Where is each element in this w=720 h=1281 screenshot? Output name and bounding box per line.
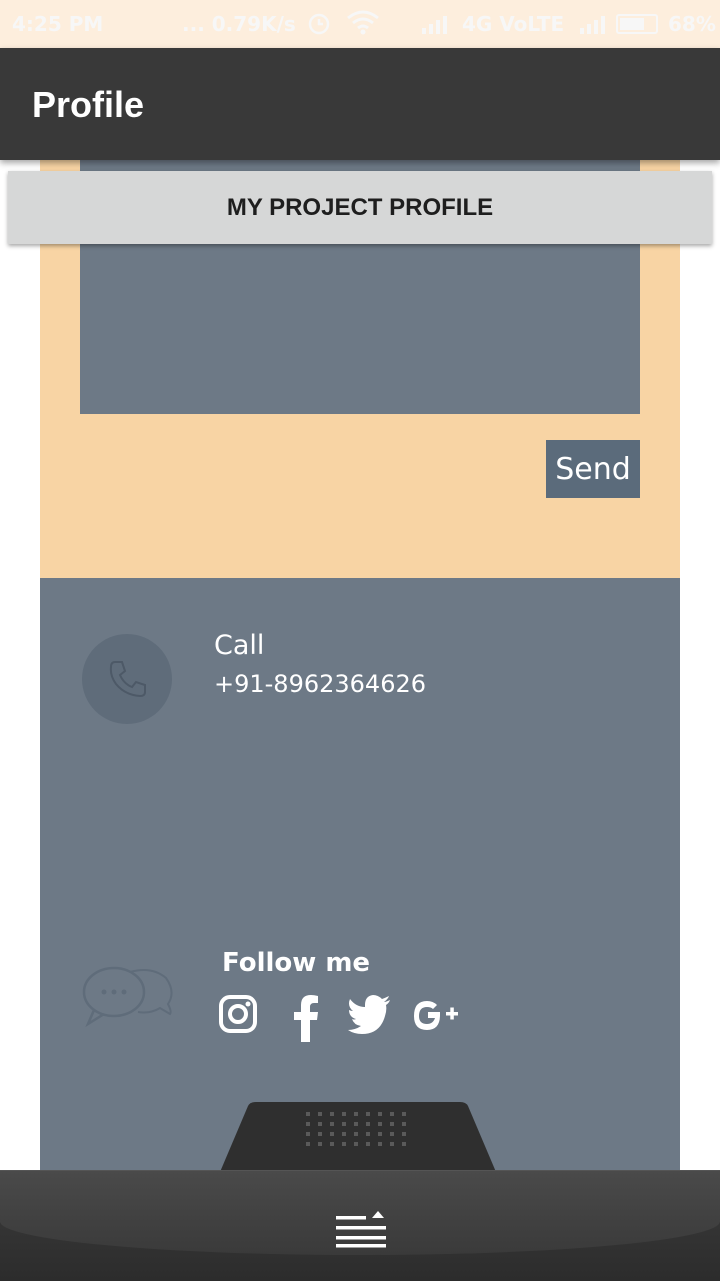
menu-icon[interactable]	[334, 1208, 388, 1248]
battery-percent: 68%	[668, 12, 716, 36]
wifi-icon	[346, 8, 380, 41]
battery-icon	[616, 14, 658, 34]
follow-label: Follow me	[222, 948, 371, 978]
twitter-icon[interactable]	[348, 994, 392, 1038]
instagram-icon[interactable]	[218, 994, 262, 1038]
tab-my-project-profile[interactable]: MY PROJECT PROFILE	[8, 171, 712, 244]
chat-icon	[80, 958, 176, 1040]
drawer-handle[interactable]	[220, 1102, 496, 1172]
contact-panel: Call +91-8962364626 Follow me	[40, 578, 680, 1180]
facebook-icon[interactable]	[284, 994, 328, 1042]
send-button[interactable]: Send	[546, 440, 640, 498]
status-bar: 4:25 PM ... 0.79K/s 4G VoLTE 68%	[0, 0, 720, 48]
alarm-icon	[306, 10, 332, 41]
google-plus-icon[interactable]	[412, 994, 458, 1038]
network-speed: ... 0.79K/s	[182, 12, 296, 36]
phone-number[interactable]: +91-8962364626	[214, 670, 426, 698]
app-bar: Profile	[0, 48, 720, 160]
call-label: Call	[214, 630, 265, 661]
tab-label: MY PROJECT PROFILE	[226, 193, 494, 221]
profile-content: Send Call +91-8962364626 Follow me	[40, 160, 680, 1180]
status-time: 4:25 PM	[12, 12, 104, 36]
network-type: 4G VoLTE	[462, 12, 565, 36]
page-title: Profile	[32, 84, 145, 125]
signal-icon	[580, 14, 608, 39]
signal-icon	[422, 14, 450, 39]
phone-icon	[82, 634, 172, 724]
